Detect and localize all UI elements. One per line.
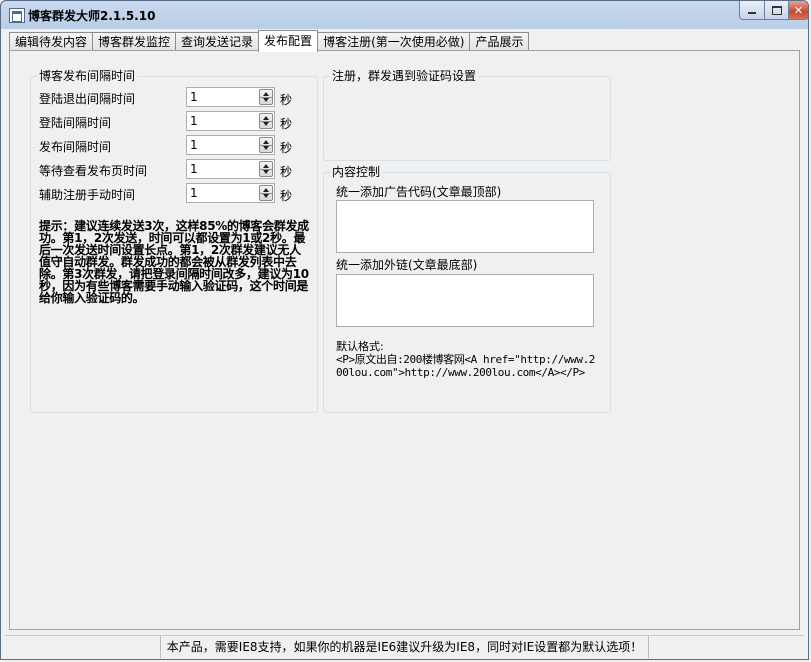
captcha-group: 注册，群发遇到验证码设置 [323, 69, 611, 161]
view-page-wait-spinner[interactable]: 1 [186, 159, 275, 179]
publish-interval-spinner[interactable]: 1 [186, 135, 275, 155]
status-text: 本产品，需要IE8支持，如果你的机器是IE6建议升级为IE8，同时对IE设置都为… [159, 636, 650, 658]
spin-down-icon [263, 98, 269, 102]
login-logout-interval-value: 1 [190, 90, 198, 104]
tab-publish-config[interactable]: 发布配置 [258, 30, 319, 52]
spin-up-icon [263, 164, 269, 168]
spin-up-icon [263, 140, 269, 144]
spin-up-icon [263, 188, 269, 192]
external-link-label: 统一添加外链(文章最底部) [336, 258, 478, 272]
unit-seconds: 秒 [280, 93, 293, 107]
maximize-icon [771, 5, 782, 15]
external-link-textarea[interactable] [336, 274, 594, 327]
minimize-button[interactable] [739, 1, 765, 20]
spinner-arrows[interactable] [259, 185, 273, 201]
status-bar: 本产品，需要IE8支持，如果你的机器是IE6建议升级为IE8，同时对IE设置都为… [5, 635, 804, 658]
captcha-group-title: 注册，群发遇到验证码设置 [330, 69, 479, 83]
main-window: 博客群发大师2.1.5.10 ✕ 编辑待发内容 博客群发监控 查询发送记录 发布… [0, 0, 809, 660]
login-logout-interval-spinner[interactable]: 1 [186, 87, 275, 107]
publish-config-panel: 博客发布间隔时间 登陆退出间隔时间 1 秒 登陆间隔时间 1 秒 发布间隔时间 … [9, 50, 800, 630]
minimize-icon [748, 12, 756, 14]
login-interval-value: 1 [190, 114, 198, 128]
publish-interval-value: 1 [190, 138, 198, 152]
interval-group: 博客发布间隔时间 登陆退出间隔时间 1 秒 登陆间隔时间 1 秒 发布间隔时间 … [30, 69, 318, 413]
login-logout-interval-label: 登陆退出间隔时间 [39, 92, 136, 106]
spin-down-icon [263, 122, 269, 126]
content-control-group: 内容控制 统一添加广告代码(文章最顶部) 统一添加外链(文章最底部) 默认格式:… [323, 165, 611, 413]
tab-edit-content[interactable]: 编辑待发内容 [9, 32, 94, 51]
tip-text: 提示：建议连续发送3次，这样85%的博客会群发成功。第1，2次发送，时间可以都设… [39, 219, 309, 305]
manual-register-time-value: 1 [190, 186, 198, 200]
spinner-arrows[interactable] [259, 137, 273, 153]
window-title: 博客群发大师2.1.5.10 [28, 9, 156, 23]
unit-seconds: 秒 [280, 165, 293, 179]
spinner-arrows[interactable] [259, 161, 273, 177]
interval-group-title: 博客发布间隔时间 [37, 69, 138, 83]
unit-seconds: 秒 [280, 141, 293, 155]
close-button[interactable]: ✕ [788, 1, 808, 20]
tab-bar: 编辑待发内容 博客群发监控 查询发送记录 发布配置 博客注册(第一次使用必做) … [9, 30, 530, 52]
tab-products[interactable]: 产品展示 [469, 32, 530, 51]
spinner-arrows[interactable] [259, 89, 273, 105]
ad-code-label: 统一添加广告代码(文章最顶部) [336, 185, 502, 199]
login-interval-spinner[interactable]: 1 [186, 111, 275, 131]
publish-interval-label: 发布间隔时间 [39, 140, 112, 154]
content-control-title: 内容控制 [330, 165, 383, 179]
view-page-wait-value: 1 [190, 162, 198, 176]
maximize-button[interactable] [764, 1, 789, 20]
manual-register-time-spinner[interactable]: 1 [186, 183, 275, 203]
default-format-label: 默认格式: [336, 340, 384, 353]
close-icon: ✕ [793, 3, 804, 17]
spin-up-icon [263, 116, 269, 120]
login-interval-label: 登陆间隔时间 [39, 116, 112, 130]
spin-down-icon [263, 146, 269, 150]
manual-register-time-label: 辅助注册手动时间 [39, 188, 136, 202]
spinner-arrows[interactable] [259, 113, 273, 129]
unit-seconds: 秒 [280, 117, 293, 131]
spin-down-icon [263, 194, 269, 198]
tab-blog-register[interactable]: 博客注册(第一次使用必做) [317, 32, 471, 51]
app-icon [9, 8, 25, 23]
spin-down-icon [263, 170, 269, 174]
default-format-text: <P>原文出自:200楼博客网<A href="http://www.200lo… [336, 353, 596, 379]
unit-seconds: 秒 [280, 189, 293, 203]
ad-code-textarea[interactable] [336, 200, 594, 253]
view-page-wait-label: 等待查看发布页时间 [39, 164, 148, 178]
tab-query-records[interactable]: 查询发送记录 [175, 32, 260, 51]
tab-monitor[interactable]: 博客群发监控 [92, 32, 177, 51]
title-bar[interactable]: 博客群发大师2.1.5.10 ✕ [1, 1, 808, 29]
spin-up-icon [263, 92, 269, 96]
